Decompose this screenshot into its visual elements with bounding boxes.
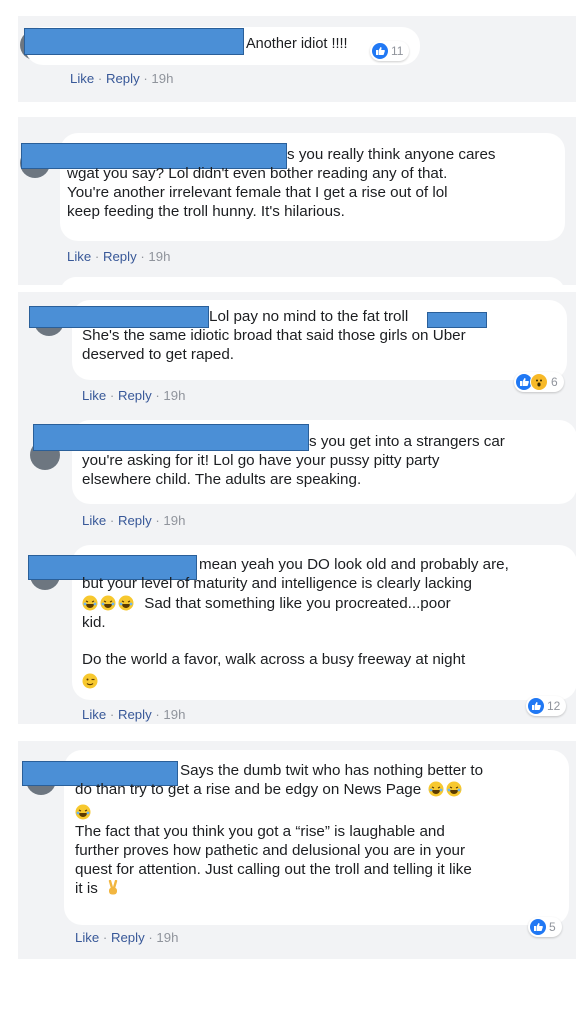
like-link[interactable]: Like <box>67 249 91 264</box>
comment-text: but your level of maturity and intellige… <box>82 575 473 592</box>
reaction-count: 5 <box>549 920 556 934</box>
timestamp[interactable]: 19h <box>151 71 173 86</box>
wow-icon <box>530 373 548 391</box>
redacted-name <box>33 424 309 451</box>
laughing-emoji-icon <box>82 595 98 611</box>
comment-text: elsewhere child. The adults are speaking… <box>82 471 362 488</box>
timestamp[interactable]: 19h <box>156 930 178 945</box>
comment-text: wgat you say? Lol didn't even bother rea… <box>67 165 448 182</box>
comment-text: s you really think anyone cares <box>287 146 496 163</box>
comment-text: Lol pay no mind to the fat troll <box>209 308 409 325</box>
comment-actions: Like · Reply · 19h <box>67 249 171 264</box>
reaction-count: 11 <box>391 44 404 58</box>
redacted-name <box>427 312 487 328</box>
reply-link[interactable]: Reply <box>118 388 152 403</box>
reply-link[interactable]: Reply <box>118 707 152 722</box>
laughing-emoji-icon <box>100 595 116 611</box>
laughing-emoji-icon <box>75 804 91 820</box>
comment-actions: Like · Reply · 19h <box>82 388 186 403</box>
timestamp[interactable]: 19h <box>163 388 185 403</box>
like-link[interactable]: Like <box>82 388 106 403</box>
thumbs-up-icon <box>528 698 544 714</box>
timestamp[interactable]: 19h <box>163 707 185 722</box>
comment-text: She's the same idiotic broad that said t… <box>82 327 466 344</box>
comment-text: you're asking for it! Lol go have your p… <box>82 452 440 469</box>
laughing-emoji-icon <box>118 595 134 611</box>
comment-text: Another idiot !!!! <box>246 36 348 52</box>
comment-actions: Like · Reply · 19h <box>82 707 186 722</box>
comment-text: Do the world a favor, walk across a busy… <box>82 651 466 668</box>
redacted-name <box>24 28 244 55</box>
comment-actions: Like · Reply · 19h <box>82 513 186 528</box>
victory-hand-icon <box>108 880 118 895</box>
reply-link[interactable]: Reply <box>103 249 137 264</box>
reaction-count: 6 <box>551 375 558 389</box>
comment-actions: Like · Reply · 19h <box>70 71 174 86</box>
comment-bubble-edge <box>60 277 565 293</box>
laughing-emoji-icon <box>428 781 444 797</box>
comment-text: s you get into a strangers car <box>309 433 505 450</box>
winking-emoji-icon <box>82 673 98 689</box>
reply-link[interactable]: Reply <box>111 930 145 945</box>
comment-text: Sad that something like you procreated..… <box>82 595 451 614</box>
thumbs-up-icon <box>372 43 388 59</box>
comment-text: do than try to get a rise and be edgy on… <box>75 781 464 800</box>
comment-text: it is <box>75 880 123 899</box>
thumbs-up-icon <box>530 919 546 935</box>
timestamp[interactable]: 19h <box>148 249 170 264</box>
reaction-summary[interactable]: 5 <box>528 917 562 937</box>
redacted-name <box>29 306 209 328</box>
reaction-summary[interactable]: 12 <box>526 696 567 716</box>
comment-text: quest for attention. Just calling out th… <box>75 861 472 878</box>
reaction-summary[interactable]: 6 <box>514 372 564 392</box>
like-link[interactable]: Like <box>75 930 99 945</box>
comment-text: mean yeah you DO look old and probably a… <box>199 556 509 573</box>
reaction-count: 12 <box>547 699 561 713</box>
comment-text: The fact that you think you got a “rise”… <box>75 823 445 840</box>
comment-text: You're another irrelevant female that I … <box>67 184 448 201</box>
like-link[interactable]: Like <box>70 71 94 86</box>
comment-text: kid. <box>82 614 106 631</box>
comment-text: further proves how pathetic and delusion… <box>75 842 466 859</box>
like-link[interactable]: Like <box>82 513 106 528</box>
comment-text: keep feeding the troll hunny. It's hilar… <box>67 203 345 220</box>
comment-text: deserved to get raped. <box>82 346 234 363</box>
comment-text: Says the dumb twit who has nothing bette… <box>180 762 484 779</box>
timestamp[interactable]: 19h <box>163 513 185 528</box>
laughing-emoji-icon <box>446 781 462 797</box>
comment-actions: Like · Reply · 19h <box>75 930 179 945</box>
reply-link[interactable]: Reply <box>118 513 152 528</box>
like-link[interactable]: Like <box>82 707 106 722</box>
reply-link[interactable]: Reply <box>106 71 140 86</box>
reaction-summary[interactable]: 11 <box>370 41 410 61</box>
